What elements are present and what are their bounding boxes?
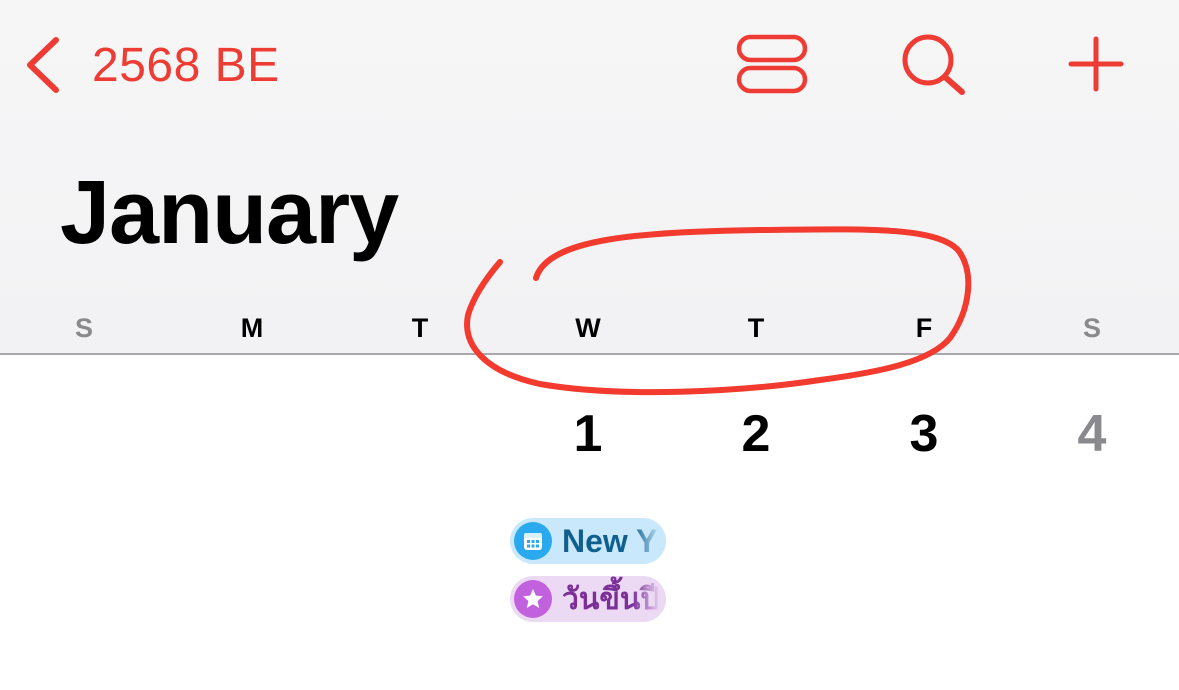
day-cell-1[interactable]: 1 [548,408,628,460]
day-cell-3[interactable]: 3 [884,408,964,460]
event-new-year[interactable]: New Y [510,518,666,564]
calendar-icon [514,522,552,560]
weekday-monday: M [240,313,264,343]
month-title: January [60,163,399,263]
weekday-sunday: S [74,313,93,343]
search-icon [900,32,970,98]
plus-icon [1066,34,1126,94]
back-label: 2568 BE [92,38,280,92]
weekday-thursday: T [747,313,765,343]
weekday-tuesday: T [411,313,429,343]
list-view-icon [736,34,808,94]
day-cell-2[interactable]: 2 [716,408,796,460]
weekday-wednesday: W [575,313,601,343]
chevron-left-icon [22,34,62,96]
back-button[interactable]: 2568 BE [22,30,280,100]
add-event-button[interactable] [1066,34,1126,94]
star-icon [514,580,552,618]
weekday-friday: F [915,313,933,343]
weekday-divider [0,353,1179,355]
day-cell-4[interactable]: 4 [1052,408,1132,460]
event-thai-new-year[interactable]: วันขึ้นปี [510,576,666,622]
weekday-saturday: S [1082,313,1101,343]
list-view-button[interactable] [736,34,808,94]
search-button[interactable] [900,32,970,98]
